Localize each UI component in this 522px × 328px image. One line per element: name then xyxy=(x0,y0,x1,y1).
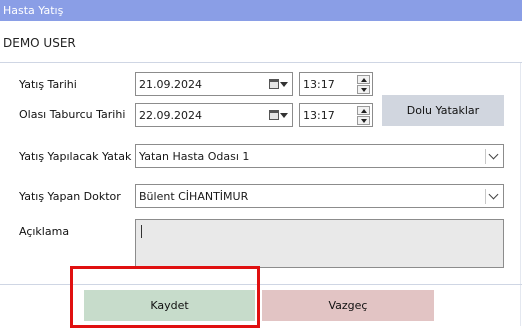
spin-down-button[interactable] xyxy=(357,116,370,125)
discharge-time-value: 13:17 xyxy=(303,109,335,122)
discharge-date-label: Olası Taburcu Tarihi xyxy=(19,108,126,121)
room-label: Yatış Yapılacak Yatak xyxy=(19,150,132,163)
calendar-icon xyxy=(268,110,279,120)
doctor-value: Bülent CİHANTİMUR xyxy=(139,190,249,203)
discharge-date-picker[interactable]: 22.09.2024 xyxy=(135,103,293,127)
chevron-down-icon xyxy=(488,189,498,200)
user-name: DEMO USER xyxy=(3,36,76,50)
admission-date-picker[interactable]: 21.09.2024 xyxy=(135,72,293,96)
arrow-up-icon xyxy=(360,77,367,82)
doctor-select-arrow[interactable] xyxy=(485,189,500,204)
save-button-highlight xyxy=(70,266,260,328)
arrow-up-icon xyxy=(360,108,367,113)
arrow-down-icon xyxy=(360,87,367,92)
room-value: Yatan Hasta Odası 1 xyxy=(139,150,250,163)
room-select[interactable]: Yatan Hasta Odası 1 xyxy=(135,144,504,168)
window-title: Hasta Yatış xyxy=(0,0,522,21)
note-textarea[interactable] xyxy=(135,219,504,268)
admission-date-dropdown[interactable] xyxy=(266,76,290,92)
panel-border xyxy=(520,63,521,326)
text-cursor xyxy=(141,225,142,238)
chevron-down-icon xyxy=(279,81,288,87)
spin-up-button[interactable] xyxy=(357,75,370,84)
admission-date-value: 21.09.2024 xyxy=(139,78,202,91)
cancel-button[interactable]: Vazgeç xyxy=(262,290,434,321)
admission-time-value: 13:17 xyxy=(303,78,335,91)
user-header: DEMO USER xyxy=(0,21,522,63)
admission-time-field[interactable]: 13:17 xyxy=(299,72,373,96)
room-select-arrow[interactable] xyxy=(485,149,500,164)
spin-up-button[interactable] xyxy=(357,106,370,115)
admission-time-spinner[interactable] xyxy=(357,75,370,94)
arrow-down-icon xyxy=(360,118,367,123)
spin-down-button[interactable] xyxy=(357,85,370,94)
discharge-time-field[interactable]: 13:17 xyxy=(299,103,373,127)
chevron-down-icon xyxy=(279,112,288,118)
occupied-beds-button[interactable]: Dolu Yataklar xyxy=(382,95,504,126)
chevron-down-icon xyxy=(488,149,498,160)
note-label: Açıklama xyxy=(19,225,70,238)
discharge-date-value: 22.09.2024 xyxy=(139,109,202,122)
admission-date-label: Yatış Tarihi xyxy=(19,78,77,91)
discharge-date-dropdown[interactable] xyxy=(266,107,290,123)
doctor-select[interactable]: Bülent CİHANTİMUR xyxy=(135,184,504,208)
discharge-time-spinner[interactable] xyxy=(357,106,370,125)
calendar-icon xyxy=(268,79,279,89)
doctor-label: Yatış Yapan Doktor xyxy=(19,190,121,203)
